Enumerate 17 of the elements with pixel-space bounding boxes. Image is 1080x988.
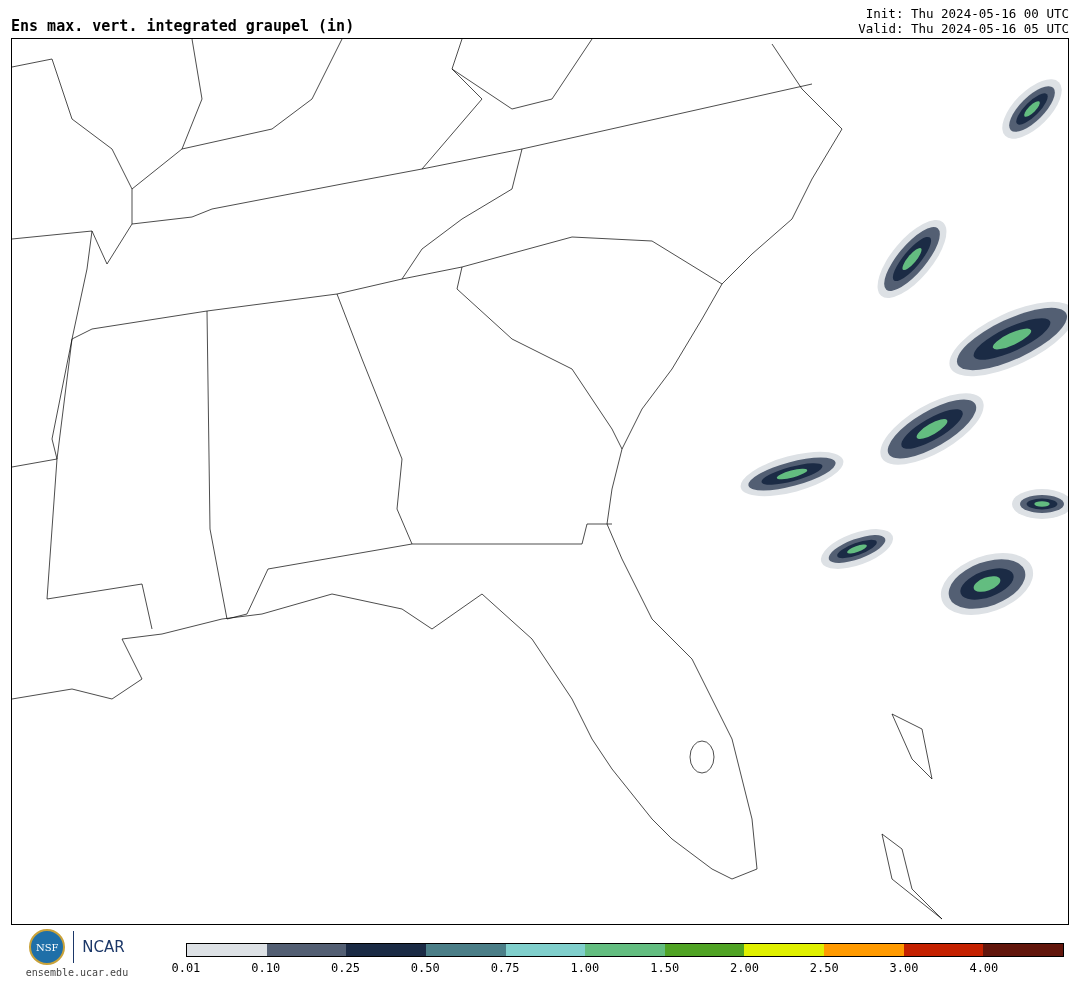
colorbar-tick-label: 0.01 [171, 960, 201, 977]
colorbar-tick-label: 4.00 [969, 960, 999, 977]
colorbar-tick-label: 0.10 [251, 960, 281, 977]
colorbar-tick-label: 0.25 [331, 960, 360, 977]
colorbar-tick-label: 0.75 [490, 960, 520, 977]
nsf-logo: NSF [29, 929, 66, 965]
init-time: Init: Thu 2024-05-16 00 UTC [865, 6, 1069, 21]
colorbar-tick-label: 2.00 [730, 960, 759, 977]
valid-time: Valid: Thu 2024-05-16 05 UTC [858, 21, 1069, 36]
colorbar-tick-label: 1.00 [570, 960, 600, 977]
site-url: ensemble.ucar.edu [25, 966, 129, 980]
colorbar-tick-label: 3.00 [889, 960, 919, 977]
ncar-logo: NCAR [82, 936, 125, 958]
chart-title: Ens max. vert. integrated graupel (in) [11, 19, 355, 34]
colorbar-tick-label: 0.50 [410, 960, 440, 977]
colorbar-tick-label: 1.50 [650, 960, 680, 977]
colorbar-tick-label: 2.50 [809, 960, 839, 977]
